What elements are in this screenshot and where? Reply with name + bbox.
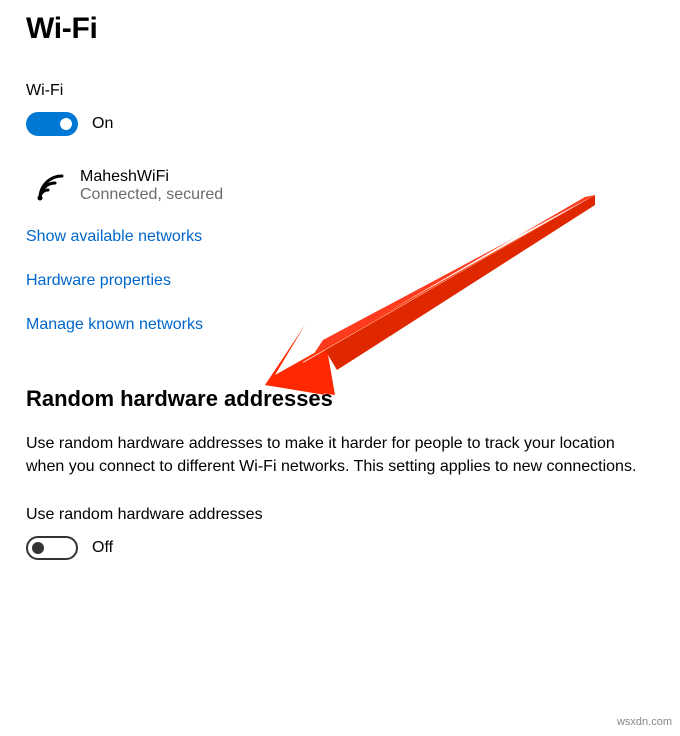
wifi-toggle[interactable] bbox=[26, 112, 78, 136]
network-status: Connected, secured bbox=[80, 186, 223, 204]
random-hw-toggle[interactable] bbox=[26, 536, 78, 560]
wifi-icon bbox=[34, 170, 66, 202]
show-available-networks-link[interactable]: Show available networks bbox=[26, 228, 654, 246]
manage-known-networks-link[interactable]: Manage known networks bbox=[26, 316, 654, 334]
toggle-knob bbox=[60, 118, 72, 130]
current-network-row[interactable]: MaheshWiFi Connected, secured bbox=[26, 168, 654, 204]
random-hw-heading: Random hardware addresses bbox=[26, 386, 654, 412]
hardware-properties-link[interactable]: Hardware properties bbox=[26, 272, 654, 290]
wifi-section-label: Wi-Fi bbox=[26, 82, 654, 100]
random-hw-description: Use random hardware addresses to make it… bbox=[26, 432, 646, 478]
wifi-toggle-state: On bbox=[92, 115, 113, 133]
random-hw-toggle-label: Use random hardware addresses bbox=[26, 506, 654, 524]
network-info: MaheshWiFi Connected, secured bbox=[80, 168, 223, 204]
random-hw-toggle-row: Off bbox=[26, 536, 654, 560]
wifi-toggle-row: On bbox=[26, 112, 654, 136]
toggle-knob bbox=[32, 542, 44, 554]
random-hw-toggle-state: Off bbox=[92, 539, 113, 557]
page-title: Wi-Fi bbox=[26, 12, 654, 46]
network-name: MaheshWiFi bbox=[80, 168, 223, 186]
watermark: wsxdn.com bbox=[617, 716, 672, 728]
